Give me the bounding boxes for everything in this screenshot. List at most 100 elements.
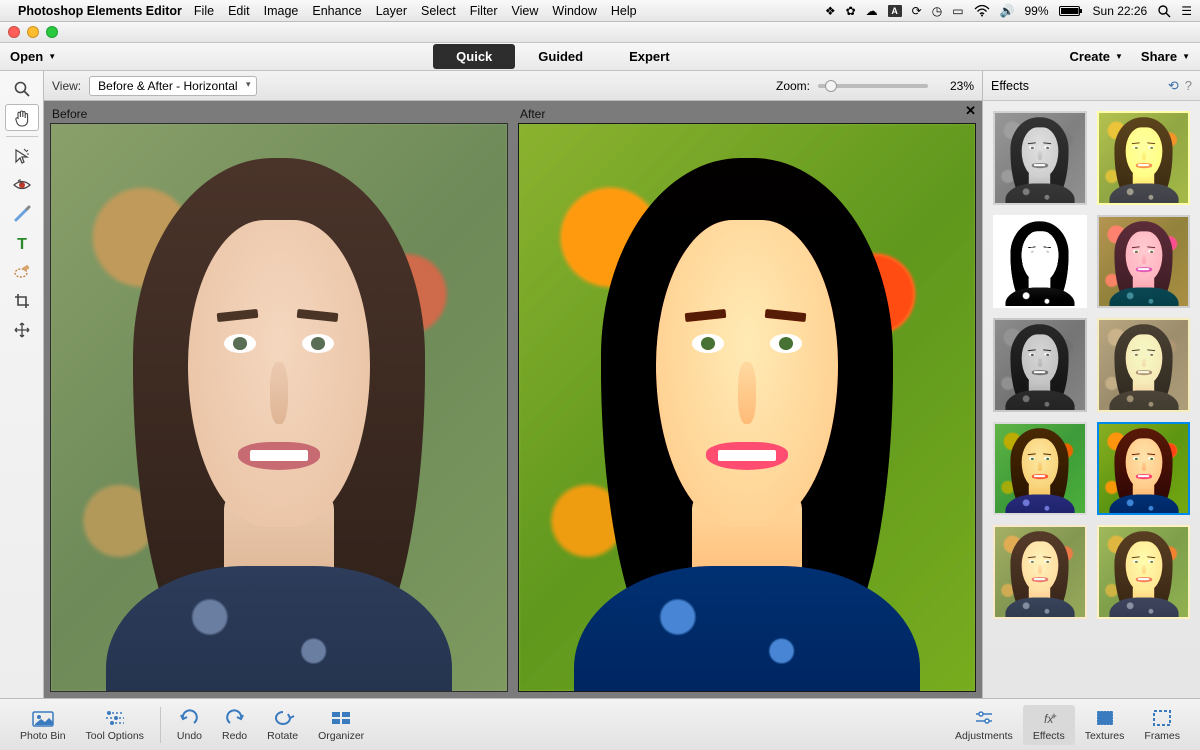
view-label: View: [52,79,81,93]
close-document-button[interactable]: ✕ [965,103,976,119]
after-label: After [518,107,976,121]
menu-edit[interactable]: Edit [228,4,250,18]
status-volume-icon[interactable]: 🔊 [1000,4,1015,18]
menu-image[interactable]: Image [264,4,299,18]
after-image[interactable] [518,123,976,692]
zoom-label: Zoom: [776,79,810,93]
tool-options-icon [104,708,126,728]
effects-title: Effects [991,79,1162,93]
adjustments-icon [973,708,995,728]
zoom-slider[interactable] [818,84,928,88]
tab-guided[interactable]: Guided [515,44,606,69]
effect-thumb[interactable] [1097,318,1191,412]
effects-button[interactable]: fx Effects [1023,705,1075,745]
redo-button[interactable]: Redo [212,705,257,745]
organizer-icon [330,708,352,728]
effect-thumb[interactable] [1097,525,1191,619]
chevron-down-icon: ▼ [1182,52,1190,61]
effect-thumb[interactable] [1097,215,1191,309]
type-tool[interactable]: T [5,229,39,256]
status-cloud-icon[interactable]: ☁ [866,4,878,18]
photo-bin-icon [32,708,54,728]
before-label: Before [50,107,508,121]
zoom-window-button[interactable] [46,26,58,38]
status-dropbox-icon[interactable]: ❖ [825,4,836,18]
undo-button[interactable]: Undo [167,705,212,745]
photo-bin-button[interactable]: Photo Bin [10,705,76,745]
move-tool[interactable] [5,316,39,343]
spotlight-icon[interactable] [1157,4,1171,18]
minimize-window-button[interactable] [27,26,39,38]
menu-file[interactable]: File [194,4,214,18]
effect-thumb[interactable] [1097,111,1191,205]
zoom-slider-knob[interactable] [825,80,837,92]
menu-layer[interactable]: Layer [376,4,407,18]
menu-select[interactable]: Select [421,4,456,18]
textures-button[interactable]: Textures [1075,705,1135,745]
quick-selection-tool[interactable] [5,142,39,169]
help-icon[interactable]: ? [1185,78,1192,93]
app-name[interactable]: Photoshop Elements Editor [18,4,182,18]
status-adobe-icon[interactable]: A [888,5,902,17]
open-button[interactable]: Open ▼ [10,49,56,64]
share-button[interactable]: Share▼ [1141,49,1190,64]
status-display-icon[interactable]: ▭ [952,4,963,18]
svg-text:fx: fx [1044,712,1054,726]
status-evernote-icon[interactable]: ✿ [846,4,856,18]
effect-thumb[interactable] [1097,422,1191,516]
frames-button[interactable]: Frames [1134,705,1190,745]
tool-strip: T [0,71,44,698]
notification-center-icon[interactable]: ☰ [1181,4,1192,18]
tool-options-button[interactable]: Tool Options [76,705,154,745]
chevron-down-icon: ▼ [1115,52,1123,61]
after-panel: After [518,107,976,692]
status-battery-percent[interactable]: 99% [1024,4,1048,18]
menu-enhance[interactable]: Enhance [312,4,361,18]
chevron-down-icon: ▼ [48,52,56,61]
tab-expert[interactable]: Expert [606,44,692,69]
tab-quick[interactable]: Quick [433,44,515,69]
effects-panel: Effects ⟲ ? [982,71,1200,698]
open-label: Open [10,49,43,64]
menu-window[interactable]: Window [552,4,596,18]
mac-menubar: Photoshop Elements Editor File Edit Imag… [0,0,1200,22]
redeye-tool[interactable] [5,171,39,198]
whiten-teeth-tool[interactable] [5,200,39,227]
effect-thumb[interactable] [993,525,1087,619]
document-area: View: Before & After - Horizontal Zoom: … [44,71,982,698]
redo-icon [224,708,246,728]
mode-tabs: Quick Guided Expert [433,44,692,69]
status-sync-icon[interactable]: ⟳ [912,4,922,18]
textures-icon [1095,708,1115,728]
bottom-bar: Photo Bin Tool Options Undo Redo Rotate … [0,698,1200,750]
menu-filter[interactable]: Filter [470,4,498,18]
status-clock[interactable]: Sun 22:26 [1093,4,1148,18]
effect-thumb[interactable] [993,422,1087,516]
effect-thumb[interactable] [993,318,1087,412]
effects-header: Effects ⟲ ? [983,71,1200,101]
status-wifi-icon[interactable] [974,5,990,17]
zoom-tool[interactable] [5,75,39,102]
adjustments-button[interactable]: Adjustments [945,705,1023,745]
view-select[interactable]: Before & After - Horizontal [89,76,256,96]
svg-text:T: T [17,236,27,252]
hand-tool[interactable] [5,104,39,131]
menu-help[interactable]: Help [611,4,637,18]
before-panel: Before [50,107,508,692]
before-image[interactable] [50,123,508,692]
effect-thumb[interactable] [993,215,1087,309]
reset-icon[interactable]: ⟲ [1168,78,1179,94]
menu-view[interactable]: View [512,4,539,18]
status-timemachine-icon[interactable]: ◷ [932,4,942,18]
undo-icon [178,708,200,728]
organizer-button[interactable]: Organizer [308,705,374,745]
close-window-button[interactable] [8,26,20,38]
status-battery-icon[interactable] [1059,5,1083,17]
effect-thumb[interactable] [993,111,1087,205]
view-bar: View: Before & After - Horizontal Zoom: … [44,71,982,101]
spot-healing-tool[interactable] [5,258,39,285]
crop-tool[interactable] [5,287,39,314]
create-button[interactable]: Create▼ [1070,49,1123,64]
canvas: ✕ Before After [44,101,982,698]
rotate-button[interactable]: Rotate [257,705,308,745]
